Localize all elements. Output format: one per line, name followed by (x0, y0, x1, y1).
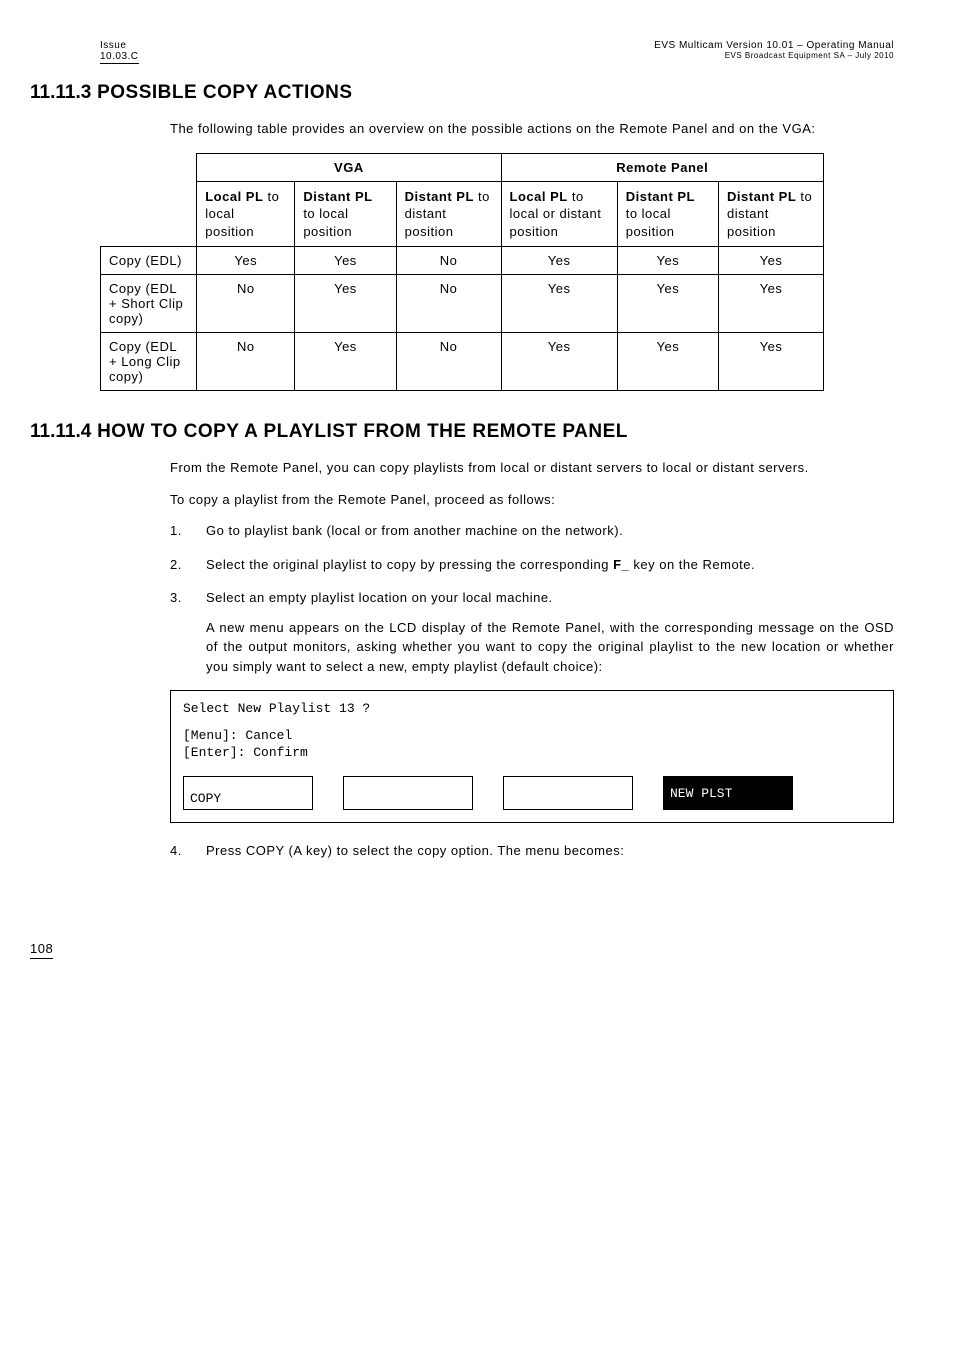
step-number: 3. (170, 588, 206, 676)
section-number: 11.11.4 (30, 421, 91, 442)
page-header: Issue 10.03.C EVS Multicam Version 10.01… (100, 40, 894, 64)
table-row: Copy (EDL) Yes Yes No Yes Yes Yes (101, 247, 824, 275)
col-header: Distant PL to distant position (719, 181, 824, 247)
step-1: 1. Go to playlist bank (local or from an… (170, 521, 894, 541)
header-issue-label: Issue (100, 40, 139, 51)
step-number: 4. (170, 841, 206, 861)
table-group-vga: VGA (197, 153, 501, 181)
cell: Yes (719, 333, 824, 391)
table-stub (101, 181, 197, 247)
cell: Yes (501, 333, 617, 391)
step-text: Go to playlist bank (local or from anoth… (206, 521, 894, 541)
cell: Yes (719, 275, 824, 333)
steps-list-cont: 4. Press COPY (A key) to select the copy… (170, 841, 894, 861)
section1-intro: The following table provides an overview… (170, 119, 894, 139)
cell: Yes (501, 275, 617, 333)
lcd-cancel: [Menu]: Cancel (183, 728, 881, 743)
cell: Yes (617, 333, 718, 391)
lcd-btn-blank (503, 776, 633, 810)
col-header: Distant PL to distant position (396, 181, 501, 247)
lcd-display: Select New Playlist 13 ? [Menu]: Cancel … (170, 690, 894, 823)
section2-p1: From the Remote Panel, you can copy play… (170, 458, 894, 478)
table-group-remote: Remote Panel (501, 153, 823, 181)
lcd-button-row: COPY NEW PLST (183, 776, 881, 810)
steps-list: 1. Go to playlist bank (local or from an… (170, 521, 894, 676)
col-header: Local PL to local position (197, 181, 295, 247)
step-number: 2. (170, 555, 206, 575)
page-number: 108 (30, 941, 53, 959)
section-number: 11.11.3 (30, 82, 91, 103)
header-manual-sub: EVS Broadcast Equipment SA – July 2010 (654, 51, 894, 60)
table-row: Copy (EDL + Short Clip copy) No Yes No Y… (101, 275, 824, 333)
cell: No (197, 275, 295, 333)
lcd-btn-copy: COPY (183, 776, 313, 810)
lcd-prompt: Select New Playlist 13 ? (183, 701, 881, 716)
step-text: Select an empty playlist location on you… (206, 588, 894, 676)
row-label: Copy (EDL + Short Clip copy) (101, 275, 197, 333)
table-stub (101, 153, 197, 181)
header-issue-version: 10.03.C (100, 51, 139, 62)
step-text: Select the original playlist to copy by … (206, 555, 894, 575)
step-4: 4. Press COPY (A key) to select the copy… (170, 841, 894, 861)
step-3: 3. Select an empty playlist location on … (170, 588, 894, 676)
col-header: Distant PL to local position (617, 181, 718, 247)
cell: Yes (617, 247, 718, 275)
col-header: Local PL to local or distant position (501, 181, 617, 247)
table-row: Copy (EDL + Long Clip copy) No Yes No Ye… (101, 333, 824, 391)
cell: No (197, 333, 295, 391)
section-title: HOW TO COPY A PLAYLIST FROM THE REMOTE P… (97, 421, 628, 442)
page-footer: 108 (30, 941, 894, 959)
copy-actions-table: VGA Remote Panel Local PL to local posit… (100, 153, 824, 392)
cell: Yes (295, 275, 396, 333)
cell: Yes (295, 247, 396, 275)
section-heading-11-11-3: 11.11.3 POSSIBLE COPY ACTIONS (30, 82, 894, 104)
lcd-btn-new-plst: NEW PLST (663, 776, 793, 810)
cell: No (396, 275, 501, 333)
section-heading-11-11-4: 11.11.4 HOW TO COPY A PLAYLIST FROM THE … (30, 421, 894, 443)
header-issue: Issue 10.03.C (100, 40, 139, 64)
row-label: Copy (EDL) (101, 247, 197, 275)
step-2: 2. Select the original playlist to copy … (170, 555, 894, 575)
section2-p2: To copy a playlist from the Remote Panel… (170, 490, 894, 510)
cell: No (396, 247, 501, 275)
step-text: Press COPY (A key) to select the copy op… (206, 841, 894, 861)
step-3-subtext: A new menu appears on the LCD display of… (206, 618, 894, 677)
cell: No (396, 333, 501, 391)
cell: Yes (501, 247, 617, 275)
header-manual-title: EVS Multicam Version 10.01 – Operating M… (654, 40, 894, 51)
lcd-confirm: [Enter]: Confirm (183, 745, 881, 760)
row-label: Copy (EDL + Long Clip copy) (101, 333, 197, 391)
cell: Yes (197, 247, 295, 275)
cell: Yes (617, 275, 718, 333)
col-header: Distant PL to local position (295, 181, 396, 247)
lcd-btn-blank (343, 776, 473, 810)
step-number: 1. (170, 521, 206, 541)
cell: Yes (719, 247, 824, 275)
header-manual: EVS Multicam Version 10.01 – Operating M… (654, 40, 894, 64)
cell: Yes (295, 333, 396, 391)
section-title: POSSIBLE COPY ACTIONS (97, 82, 352, 103)
